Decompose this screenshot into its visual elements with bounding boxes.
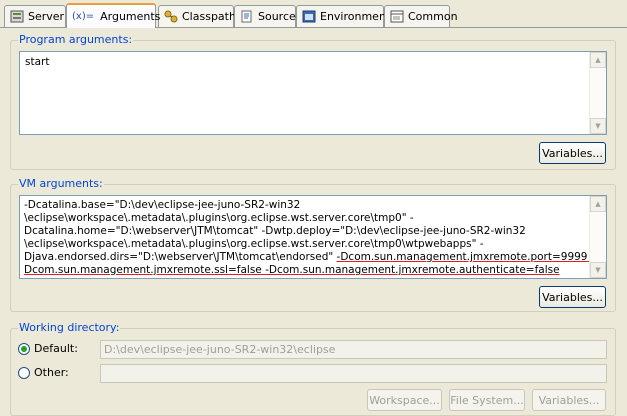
vm-arguments-scrollbar[interactable]: ▲ ▼ (589, 196, 606, 278)
arguments-icon: (x)= (72, 11, 95, 22)
scroll-up-icon[interactable]: ▲ (590, 196, 606, 212)
tab-label: Common (408, 10, 458, 23)
tab-label: Classpath (182, 10, 236, 23)
radio-selected-icon (18, 342, 30, 355)
vm-args-line: -Dcatalina.base="D:\dev\eclipse-jee-juno… (24, 199, 301, 211)
other-label: Other: (34, 366, 69, 379)
vm-args-line: Djava.endorsed.dirs="D:\webserver\JTM\to… (24, 251, 595, 264)
program-arguments-value: start (25, 56, 50, 68)
tab-label: Environment (320, 10, 391, 23)
other-radio[interactable]: Other: (18, 366, 69, 379)
default-directory-field: D:\dev\eclipse-jee-juno-SR2-win32\eclips… (100, 340, 607, 359)
scroll-up-icon[interactable]: ▲ (590, 52, 606, 68)
source-icon (240, 10, 254, 23)
tab-common[interactable]: Common (384, 5, 458, 27)
program-arguments-scrollbar[interactable]: ▲ ▼ (589, 52, 606, 134)
classpath-icon (164, 10, 178, 23)
vm-arguments-textarea[interactable]: -Dcatalina.base="D:\dev\eclipse-jee-juno… (19, 195, 607, 279)
workspace-button[interactable]: Workspace... (367, 389, 442, 411)
common-icon (390, 10, 404, 23)
vm-args-line: Dcatalina.home="D:\webserver\JTM\tomcat"… (24, 225, 526, 237)
launch-config-tabs: Server (x)= Arguments Classpath Source E… (0, 0, 627, 28)
tab-label: Arguments (100, 10, 161, 23)
environment-icon (302, 10, 316, 23)
default-label: Default: (34, 342, 78, 355)
vm-args-line: \eclipse\workspace\.metadata\.plugins\or… (24, 238, 484, 250)
program-variables-button[interactable]: Variables... (539, 142, 606, 164)
tab-label: Server (28, 10, 65, 23)
scroll-down-icon[interactable]: ▼ (590, 118, 606, 134)
vm-args-line: \eclipse\workspace\.metadata\.plugins\or… (24, 212, 414, 224)
program-arguments-legend: Program arguments: (18, 33, 134, 46)
working-variables-button[interactable]: Variables... (532, 389, 606, 411)
scroll-down-icon[interactable]: ▼ (590, 262, 606, 278)
tab-source[interactable]: Source (234, 5, 296, 27)
vm-args-text: Djava.endorsed.dirs="D:\webserver\JTM\to… (24, 251, 337, 263)
other-directory-field[interactable] (100, 364, 607, 383)
tab-arguments[interactable]: (x)= Arguments (66, 3, 160, 28)
jmx-ssl-highlight: Dcom.sun.management.jmxremote.ssl=false … (24, 264, 560, 276)
jmx-port-highlight: -Dcom.sun.management.jmxremote.port=9999… (336, 251, 595, 263)
program-arguments-textarea[interactable]: start ▲ ▼ (19, 51, 607, 135)
default-radio[interactable]: Default: (18, 342, 78, 355)
tab-classpath[interactable]: Classpath (158, 5, 236, 27)
working-directory-legend: Working directory: (18, 321, 121, 334)
vm-variables-button[interactable]: Variables... (539, 286, 606, 308)
tab-server[interactable]: Server (4, 5, 66, 27)
vm-arguments-legend: VM arguments: (18, 177, 104, 190)
file-system-button[interactable]: File System... (449, 389, 525, 411)
radio-unselected-icon (18, 366, 30, 379)
tab-environment[interactable]: Environment (296, 5, 390, 27)
tab-label: Source (258, 10, 296, 23)
server-icon (10, 10, 24, 23)
